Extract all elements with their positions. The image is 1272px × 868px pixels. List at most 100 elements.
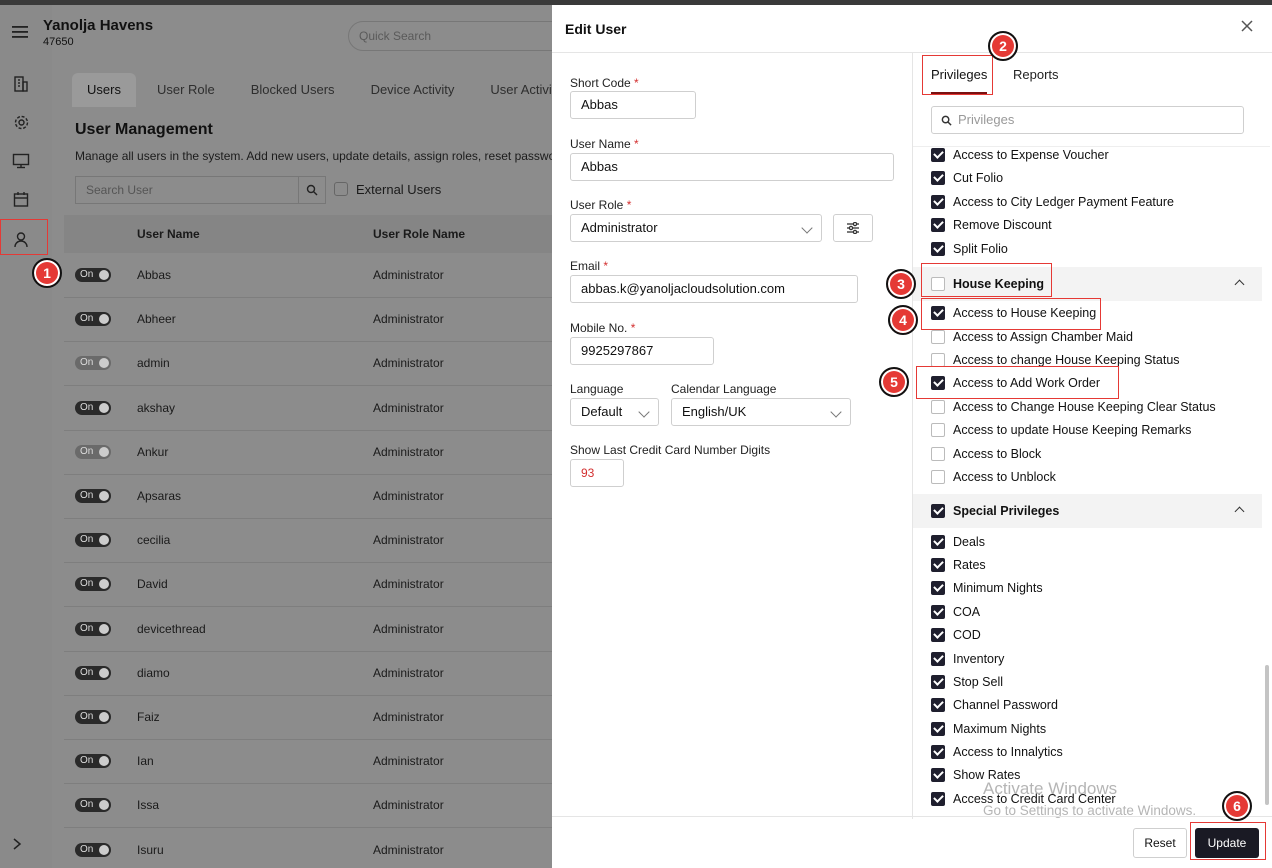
privilege-item[interactable]: Maximum Nights: [931, 719, 1046, 739]
table-row[interactable]: On Ian Administrator: [64, 740, 560, 785]
status-toggle[interactable]: On: [75, 665, 111, 680]
status-toggle[interactable]: On: [75, 577, 111, 592]
privilege-item[interactable]: Channel Password: [931, 695, 1058, 715]
privilege-checkbox[interactable]: [931, 652, 945, 666]
chevron-up-icon[interactable]: [1234, 279, 1245, 290]
privilege-checkbox[interactable]: [931, 470, 945, 484]
privilege-checkbox[interactable]: [931, 768, 945, 782]
privilege-item[interactable]: COA: [931, 602, 980, 622]
cell-user-name[interactable]: Ankur: [137, 445, 168, 459]
status-toggle[interactable]: On: [75, 798, 111, 813]
privilege-item[interactable]: Access to Innalytics: [931, 742, 1063, 762]
cell-user-name[interactable]: admin: [137, 356, 170, 370]
privilege-item[interactable]: Minimum Nights: [931, 578, 1043, 598]
status-toggle[interactable]: On: [75, 621, 111, 636]
privilege-checkbox[interactable]: [931, 218, 945, 232]
status-toggle[interactable]: On: [75, 710, 111, 724]
privilege-checkbox[interactable]: [931, 195, 945, 209]
privilege-checkbox[interactable]: [931, 423, 945, 437]
status-toggle[interactable]: On: [75, 356, 111, 371]
privilege-item[interactable]: Stop Sell: [931, 672, 1003, 692]
privilege-item[interactable]: Deals: [931, 532, 985, 552]
privilege-checkbox[interactable]: [931, 698, 945, 712]
cell-user-name[interactable]: Issa: [137, 798, 159, 812]
user-role-select[interactable]: Administrator: [570, 214, 822, 242]
status-toggle[interactable]: On: [75, 268, 111, 282]
privilege-checkbox[interactable]: [931, 447, 945, 461]
table-row[interactable]: On Isuru Administrator: [64, 829, 560, 868]
privilege-checkbox[interactable]: [931, 558, 945, 572]
privilege-item[interactable]: Access to City Ledger Payment Feature: [931, 192, 1174, 212]
privilege-checkbox[interactable]: [931, 330, 945, 344]
privileges-scrollbar[interactable]: [1262, 97, 1272, 819]
table-row[interactable]: On Issa Administrator: [64, 784, 560, 829]
privilege-checkbox[interactable]: [931, 171, 945, 185]
privilege-item[interactable]: Inventory: [931, 649, 1004, 669]
table-row[interactable]: On David Administrator: [64, 563, 560, 608]
table-row[interactable]: On Ankur Administrator: [64, 431, 560, 475]
section-special-privileges[interactable]: Special Privileges: [913, 494, 1262, 528]
privilege-checkbox[interactable]: [931, 628, 945, 642]
building-icon[interactable]: [10, 72, 32, 94]
table-row[interactable]: On akshay Administrator: [64, 387, 560, 431]
privilege-item[interactable]: Access to Assign Chamber Maid: [931, 327, 1133, 347]
search-user-input[interactable]: Search User: [75, 176, 299, 204]
short-code-input[interactable]: Abbas: [570, 91, 696, 119]
tab-users[interactable]: Users: [72, 73, 136, 107]
section-checkbox[interactable]: [931, 504, 945, 518]
privilege-checkbox[interactable]: [931, 792, 945, 806]
privilege-item[interactable]: Access to Unblock: [931, 467, 1056, 487]
table-row[interactable]: On Apsaras Administrator: [64, 475, 560, 519]
cell-user-name[interactable]: devicethread: [137, 622, 206, 636]
privilege-checkbox[interactable]: [931, 745, 945, 759]
cell-user-name[interactable]: Isuru: [137, 843, 164, 857]
calendar-language-select[interactable]: English/UK: [671, 398, 851, 426]
tab-reports[interactable]: Reports: [1013, 67, 1059, 82]
privilege-item[interactable]: Rates: [931, 555, 986, 575]
privilege-checkbox[interactable]: [931, 242, 945, 256]
expand-chevron-icon[interactable]: [12, 838, 22, 853]
external-users-checkbox[interactable]: [334, 182, 348, 196]
table-row[interactable]: On devicethread Administrator: [64, 608, 560, 652]
cell-user-name[interactable]: cecilia: [137, 533, 170, 547]
privilege-checkbox[interactable]: [931, 353, 945, 367]
cc-digits-input[interactable]: 93: [570, 459, 624, 487]
language-select[interactable]: Default: [570, 398, 659, 426]
privilege-item[interactable]: COD: [931, 625, 981, 645]
privilege-item[interactable]: Access to Expense Voucher: [931, 145, 1109, 165]
privileges-search-input[interactable]: Privileges: [931, 106, 1244, 134]
status-toggle[interactable]: On: [75, 312, 111, 327]
tab-user-role[interactable]: User Role: [142, 73, 230, 107]
status-toggle[interactable]: On: [75, 400, 111, 415]
table-row[interactable]: On diamo Administrator: [64, 652, 560, 696]
privilege-item[interactable]: Access to Change House Keeping Clear Sta…: [931, 397, 1216, 417]
cell-user-name[interactable]: akshay: [137, 401, 175, 415]
search-button[interactable]: [298, 176, 326, 204]
scrollbar-thumb[interactable]: [1265, 665, 1269, 805]
privilege-item[interactable]: Split Folio: [931, 239, 1008, 259]
cell-user-name[interactable]: Apsaras: [137, 489, 181, 503]
cell-user-name[interactable]: Ian: [137, 754, 154, 768]
privilege-checkbox[interactable]: [931, 605, 945, 619]
privilege-checkbox[interactable]: [931, 400, 945, 414]
quick-search-input[interactable]: Quick Search: [348, 21, 568, 51]
table-row[interactable]: On Abheer Administrator: [64, 298, 560, 343]
privilege-checkbox[interactable]: [931, 581, 945, 595]
reset-button[interactable]: Reset: [1133, 828, 1187, 858]
cell-user-name[interactable]: diamo: [137, 666, 170, 680]
email-input[interactable]: abbas.k@yanoljacloudsolution.com: [570, 275, 858, 303]
cell-user-name[interactable]: David: [137, 577, 168, 591]
status-toggle[interactable]: On: [75, 444, 111, 459]
monitor-icon[interactable]: [10, 150, 32, 172]
privilege-item[interactable]: Cut Folio: [931, 168, 1003, 188]
cell-user-name[interactable]: Faiz: [137, 710, 160, 724]
table-row[interactable]: On cecilia Administrator: [64, 519, 560, 564]
status-toggle[interactable]: On: [75, 842, 111, 857]
chevron-up-icon[interactable]: [1234, 506, 1245, 517]
tab-device-activity[interactable]: Device Activity: [356, 73, 470, 107]
gear-icon[interactable]: [10, 111, 32, 133]
privilege-item[interactable]: Access to update House Keeping Remarks: [931, 420, 1191, 440]
user-name-input[interactable]: Abbas: [570, 153, 894, 181]
cell-user-name[interactable]: Abbas: [137, 268, 171, 282]
status-toggle[interactable]: On: [75, 754, 111, 769]
